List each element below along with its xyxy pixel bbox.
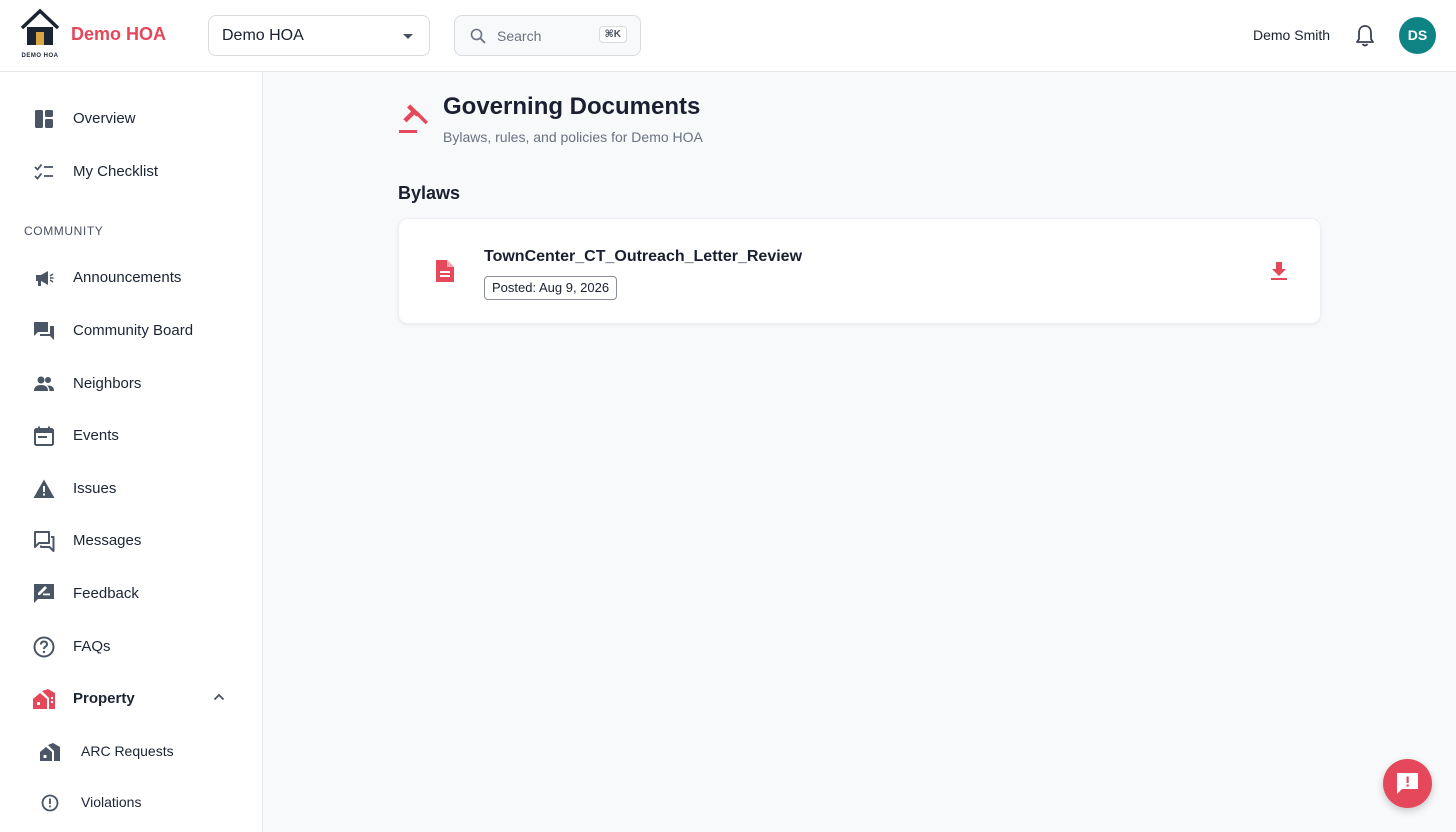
- sidebar-item-property[interactable]: Property: [0, 677, 262, 721]
- sidebar-item-label: Announcements: [73, 269, 182, 286]
- dashboard-icon: [35, 110, 53, 128]
- page-title: Governing Documents: [443, 93, 701, 120]
- bell-icon[interactable]: [1354, 24, 1376, 48]
- sidebar-item-community-board[interactable]: Community Board: [0, 309, 262, 353]
- sidebar-subitem-violations[interactable]: Violations: [0, 782, 262, 822]
- house-logo-icon: [20, 8, 60, 45]
- section-heading: Bylaws: [398, 183, 461, 203]
- sidebar-subitem-arc-requests[interactable]: ARC Requests: [0, 731, 262, 771]
- user-name[interactable]: Demo Smith: [1253, 27, 1330, 43]
- sidebar-item-neighbors[interactable]: Neighbors: [0, 362, 262, 406]
- sidebar-item-label: Neighbors: [73, 375, 142, 392]
- search-icon: [470, 28, 486, 44]
- search-placeholder: Search: [497, 28, 542, 44]
- hoa-selector[interactable]: Demo HOA: [208, 15, 430, 56]
- messages-icon: [34, 531, 55, 552]
- sidebar-item-label: Community Board: [73, 322, 194, 339]
- sidebar-item-label: Violations: [81, 794, 142, 810]
- feedback-fab-button[interactable]: [1383, 759, 1432, 808]
- report-message-icon: [1397, 773, 1418, 794]
- sidebar-item-issues[interactable]: Issues: [0, 467, 262, 511]
- top-header: DEMO HOA Demo HOA Demo HOA Search ⌘K Dem…: [0, 0, 1456, 72]
- hoa-logo[interactable]: DEMO HOA: [18, 8, 62, 64]
- sidebar-item-announcements[interactable]: Announcements: [0, 256, 262, 300]
- logo-caption: DEMO HOA: [21, 53, 59, 59]
- page-subtitle: Bylaws, rules, and policies for Demo HOA: [443, 129, 703, 145]
- property-icon: [33, 689, 55, 709]
- chevron-up-icon[interactable]: [213, 693, 225, 701]
- sidebar-item-events[interactable]: Events: [0, 414, 262, 458]
- document-icon: [436, 260, 454, 282]
- megaphone-icon: [36, 271, 54, 286]
- sidebar-item-label: Overview: [73, 110, 136, 127]
- people-icon: [34, 376, 54, 391]
- sidebar-item-label: Property: [73, 690, 135, 707]
- arc-icon: [40, 743, 60, 761]
- help-icon: [33, 636, 55, 658]
- search-input[interactable]: Search ⌘K: [454, 15, 641, 56]
- sidebar-item-overview[interactable]: Overview: [0, 97, 262, 141]
- sidebar-item-label: FAQs: [73, 638, 111, 655]
- document-name[interactable]: TownCenter_CT_Outreach_Letter_Review: [484, 248, 802, 266]
- feedback-icon: [34, 584, 54, 603]
- avatar[interactable]: DS: [1399, 17, 1436, 54]
- sidebar-item-feedback[interactable]: Feedback: [0, 572, 262, 616]
- download-icon[interactable]: [1267, 259, 1291, 283]
- calendar-icon: [34, 426, 54, 446]
- sidebar-item-label: Feedback: [73, 585, 139, 602]
- sidebar-section-label: COMMUNITY: [24, 224, 104, 238]
- brand-name[interactable]: Demo HOA: [71, 24, 166, 45]
- hoa-selector-value: Demo HOA: [222, 27, 304, 44]
- document-card[interactable]: TownCenter_CT_Outreach_Letter_Review Pos…: [398, 218, 1321, 324]
- checklist-icon: [34, 163, 53, 180]
- sidebar-item-messages[interactable]: Messages: [0, 519, 262, 563]
- sidebar-item-faqs[interactable]: FAQs: [0, 625, 262, 669]
- search-shortcut-badge: ⌘K: [598, 26, 627, 43]
- sidebar: Overview My Checklist COMMUNITY Announce…: [0, 72, 263, 832]
- caret-down-icon: [403, 34, 413, 39]
- sidebar-item-label: Events: [73, 427, 119, 444]
- warning-icon: [33, 479, 55, 498]
- sidebar-item-label: Messages: [73, 532, 142, 549]
- sidebar-item-label: Issues: [73, 480, 117, 497]
- gavel-icon: [399, 104, 429, 133]
- forum-icon: [34, 322, 54, 340]
- posted-date-badge: Posted: Aug 9, 2026: [484, 276, 618, 300]
- alert-circle-icon: [41, 794, 59, 812]
- sidebar-item-my-checklist[interactable]: My Checklist: [0, 150, 262, 194]
- sidebar-item-label: ARC Requests: [81, 743, 174, 759]
- sidebar-item-label: My Checklist: [73, 163, 159, 180]
